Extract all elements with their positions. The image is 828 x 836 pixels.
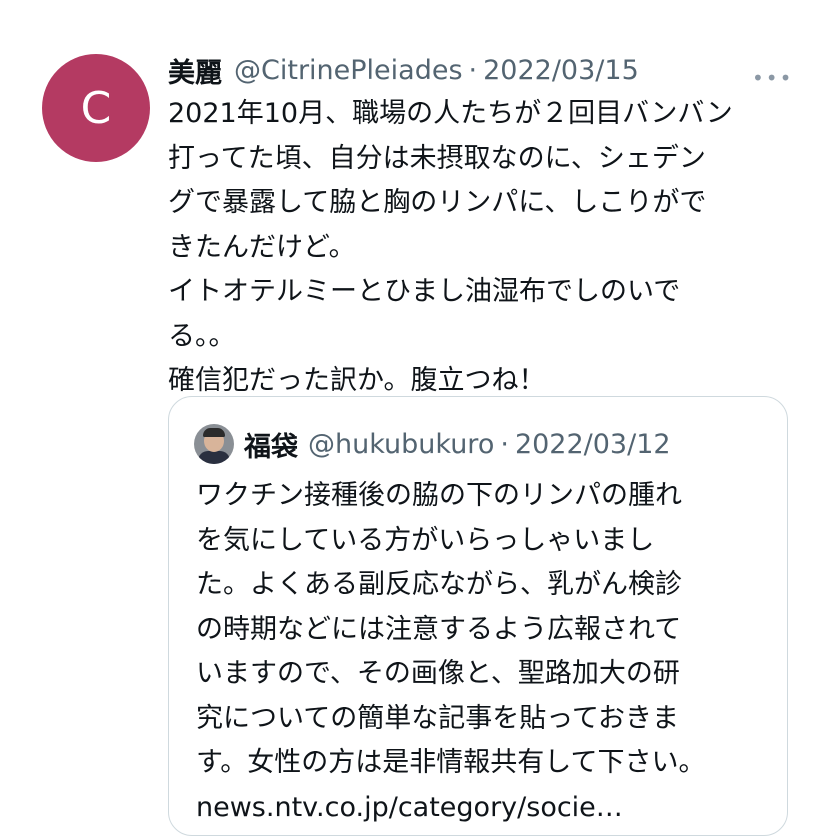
quoted-separator-dot: ·: [500, 428, 509, 460]
quoted-text-line: ワクチン接種後の脇の下のリンパの腫れ: [196, 480, 682, 511]
quoted-text-line: の時期などには注意するよう広報されて: [196, 613, 682, 645]
quoted-link[interactable]: news.ntv.co.jp/category/socie…: [196, 786, 776, 831]
tweet-text: 2021年10月、職場の人たちが２回目バンバン 打ってた頃、自分は未摂取なのに、…: [168, 92, 793, 404]
quoted-display-name[interactable]: 福袋: [244, 425, 298, 464]
tweet-text-line: 打ってた頃、自分は未摂取なのに、シェデン: [168, 142, 706, 174]
quoted-text-line: いますので、その画像と、聖路加大の研: [196, 658, 680, 689]
tweet-text-line: イトオテルミーとひまし油湿布でしのいで: [168, 276, 681, 307]
tweet-text-line: きたんだけど。: [168, 231, 356, 263]
user-handle[interactable]: @CitrinePleiades: [234, 55, 463, 86]
quoted-tweet-text: ワクチン接種後の脇の下のリンパの腫れ を気にしている方がいらっしゃいまし た。よ…: [196, 474, 776, 830]
display-name[interactable]: 美麗: [168, 51, 222, 90]
quoted-tweet-header: 福袋 @hukubukuro · 2022/03/12: [194, 423, 671, 465]
quoted-tweet-date[interactable]: 2022/03/12: [515, 429, 671, 460]
tweet-text-line: る。。: [168, 320, 236, 352]
separator-dot: ·: [468, 54, 478, 86]
quoted-text-line: た。よくある副反応ながら、乳がん検診: [196, 569, 682, 600]
quoted-text-line: 究についての簡単な記事を貼っておきま: [196, 702, 680, 734]
avatar[interactable]: C: [42, 54, 150, 162]
quoted-avatar[interactable]: [194, 424, 234, 464]
quoted-text-line: す。女性の方は是非情報共有して下さい。: [196, 747, 706, 778]
more-horizontal-icon[interactable]: •••: [752, 66, 793, 90]
tweet-date[interactable]: 2022/03/15: [483, 55, 639, 86]
tweet-header: 美麗 @CitrinePleiades · 2022/03/15: [168, 50, 639, 90]
quoted-text-line: を気にしている方がいらっしゃいまし: [196, 524, 655, 556]
tweet-text-line: グで暴露して脇と胸のリンパに、しこりがで: [168, 187, 707, 218]
tweet-text-line: 2021年10月、職場の人たちが２回目バンバン: [168, 98, 733, 129]
quoted-user-handle[interactable]: @hukubukuro: [308, 429, 494, 460]
